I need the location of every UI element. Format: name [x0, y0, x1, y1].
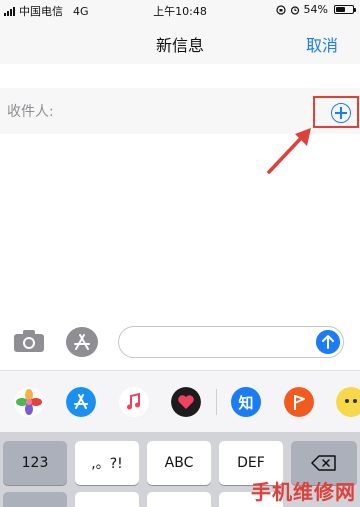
app-store-icon[interactable]	[65, 326, 99, 358]
more-app-icon[interactable]	[336, 387, 360, 417]
add-contact-icon[interactable]	[331, 103, 351, 123]
annotation-arrow-icon	[267, 128, 311, 174]
orientation-lock-icon	[275, 4, 286, 15]
app-drawer: 知	[0, 370, 360, 432]
battery-fill	[336, 7, 345, 12]
punctuation-key[interactable]: ,。?!	[75, 441, 139, 485]
keyboard-row2-key[interactable]	[147, 492, 211, 507]
drawer-divider	[216, 389, 217, 415]
battery-percent: 54%	[303, 3, 328, 16]
numbers-key[interactable]: 123	[3, 441, 67, 485]
keyboard-row2-key[interactable]	[3, 492, 67, 507]
message-input[interactable]	[118, 326, 344, 358]
zhihu-app-icon[interactable]: 知	[231, 387, 261, 417]
abc-key[interactable]: ABC	[147, 441, 211, 485]
status-bar: 中国电信 4G 上午10:48 54%	[0, 0, 360, 18]
send-icon[interactable]	[316, 330, 340, 354]
watermark-text: 手机维修网	[251, 480, 356, 504]
camera-icon[interactable]	[13, 329, 45, 353]
alarm-icon	[290, 5, 299, 15]
nav-bar: 新信息 取消	[0, 18, 360, 64]
app-store-app-icon[interactable]	[66, 387, 96, 417]
message-compose-screen: 中国电信 4G 上午10:48 54% 新信息 取消 收件人: 知 123 ,。…	[0, 0, 360, 507]
photos-app-icon[interactable]	[14, 387, 44, 417]
backspace-icon	[311, 455, 336, 471]
keyboard-row2-key[interactable]	[75, 492, 139, 507]
heart-app-icon[interactable]	[171, 387, 201, 417]
music-app-icon[interactable]	[119, 387, 149, 417]
battery-icon	[334, 5, 356, 14]
recipient-label: 收件人:	[7, 104, 54, 120]
cancel-button[interactable]: 取消	[306, 32, 338, 56]
flag-app-icon[interactable]	[284, 387, 314, 417]
status-right: 54%	[275, 3, 356, 16]
